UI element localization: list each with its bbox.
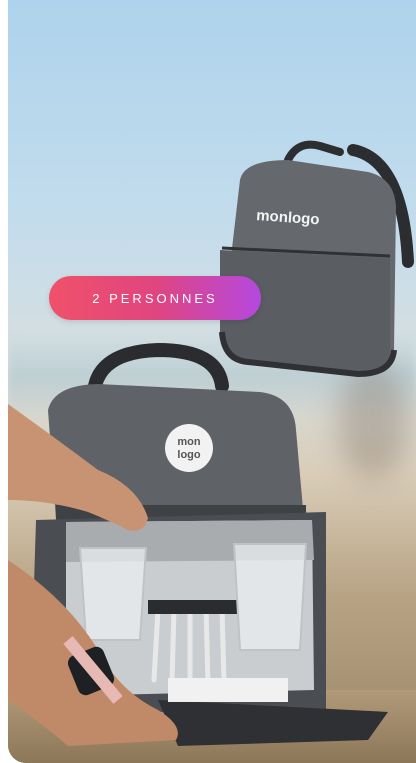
picnic-backpack-logo-line1: mon xyxy=(177,436,201,448)
capacity-badge: 2 PERSONNES xyxy=(49,276,261,320)
small-backpack-image: monlogo xyxy=(219,140,414,378)
product-hero-card: monlogo mon logo 2 PERSONNES xyxy=(8,0,416,763)
picnic-backpack-logo-line2: logo xyxy=(177,449,200,461)
product-illustration: monlogo mon logo xyxy=(8,140,414,746)
